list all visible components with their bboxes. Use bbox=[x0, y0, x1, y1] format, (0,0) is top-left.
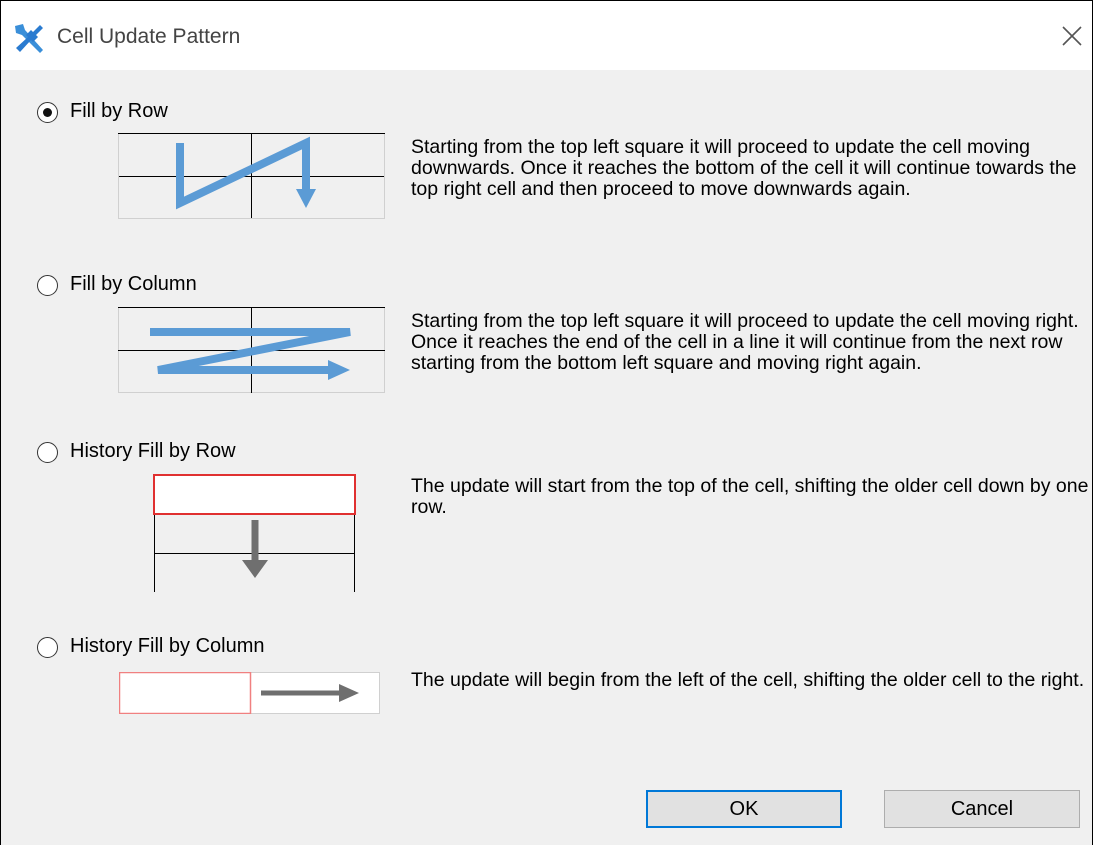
option-label: History Fill by Row bbox=[70, 440, 236, 462]
option-label: Fill by Row bbox=[70, 100, 168, 122]
tools-icon bbox=[15, 24, 43, 53]
fill-by-row-illustration bbox=[118, 133, 385, 219]
radio-history-fill-by-row[interactable] bbox=[37, 442, 58, 463]
window-title: Cell Update Pattern bbox=[57, 25, 241, 48]
radio-selected-dot bbox=[43, 108, 52, 117]
option-description: Starting from the top left square it wil… bbox=[411, 136, 1077, 200]
option-label: Fill by Column bbox=[70, 273, 197, 295]
radio-history-fill-by-column[interactable] bbox=[37, 637, 58, 658]
option-description: The update will start from the top of th… bbox=[411, 475, 1089, 518]
dialog-window: Cell Update Pattern Fill by Row Starting… bbox=[0, 0, 1093, 845]
radio-fill-by-column[interactable] bbox=[37, 275, 58, 296]
close-icon[interactable] bbox=[1059, 23, 1085, 49]
cancel-button[interactable]: Cancel bbox=[884, 790, 1080, 828]
ok-button[interactable]: OK bbox=[646, 790, 842, 828]
title-bar: Cell Update Pattern bbox=[1, 0, 1092, 70]
option-description: The update will begin from the left of t… bbox=[411, 669, 1085, 691]
history-fill-by-row-illustration bbox=[153, 474, 356, 592]
option-description: Starting from the top left square it wil… bbox=[411, 310, 1079, 374]
radio-fill-by-row[interactable] bbox=[37, 102, 58, 123]
fill-by-column-illustration bbox=[118, 307, 385, 393]
history-fill-by-column-illustration bbox=[119, 672, 380, 714]
option-label: History Fill by Column bbox=[70, 635, 265, 657]
